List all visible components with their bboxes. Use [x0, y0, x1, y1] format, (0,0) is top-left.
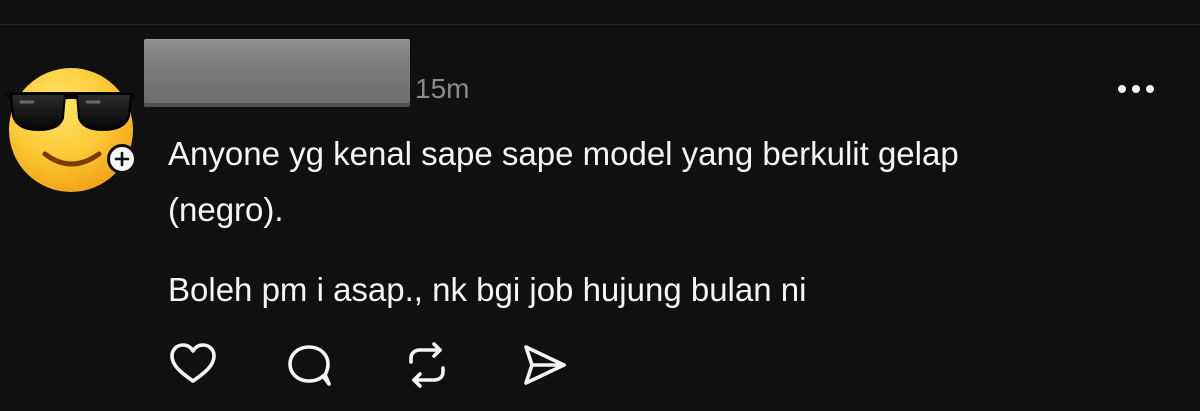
author-name-redacted[interactable]	[144, 39, 410, 107]
reply-button[interactable]	[284, 340, 334, 390]
post-text-line: (negro).	[168, 191, 284, 228]
like-button[interactable]	[168, 340, 218, 390]
post-text-line: Anyone yg kenal sape sape model yang ber…	[168, 135, 959, 172]
post-timestamp: 15m	[415, 73, 470, 104]
more-icon	[1118, 85, 1154, 93]
follow-badge[interactable]	[107, 144, 137, 174]
heart-icon	[170, 343, 216, 383]
send-icon	[524, 345, 566, 385]
top-divider	[0, 24, 1200, 25]
repost-button[interactable]	[402, 340, 452, 390]
more-options-button[interactable]	[1110, 72, 1166, 106]
plus-icon	[114, 151, 130, 167]
comment-icon	[288, 345, 331, 386]
share-button[interactable]	[518, 340, 568, 390]
repost-icon	[409, 342, 445, 388]
post-text-line: Boleh pm i asap., nk bgi job hujung bula…	[168, 271, 807, 308]
post-text: Anyone yg kenal sape sape model yang ber…	[168, 126, 1168, 318]
